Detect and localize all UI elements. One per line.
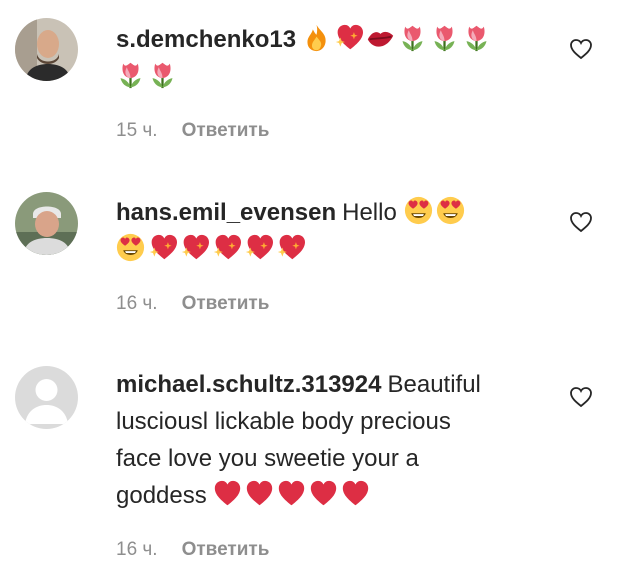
timestamp[interactable]: 15 ч. [116,120,158,141]
reply-button[interactable]: Ответить [182,293,270,314]
sparkling-heart-icon [148,233,177,262]
username[interactable]: hans.emil_evensen [116,199,336,226]
comment-text: Hello [342,199,397,226]
emoji-list [116,231,546,268]
heart-eyes-icon [436,196,465,225]
comment-meta: 16 ч. Ответить [116,539,269,561]
comment-text-line-3: face love you sweetie your a [116,445,419,472]
sparkling-heart-icon [180,233,209,262]
comment-body: michael.schultz.313924 Beautiful luscious… [116,366,546,514]
username[interactable]: s.demchenko13 [116,26,296,53]
red-heart-icon [309,479,338,508]
comment-meta: 16 ч. Ответить [116,293,269,315]
heart-eyes-icon [116,233,145,262]
comment-text-line-2: lusciousl lickable body precious [116,408,451,435]
red-heart-icon [341,479,370,508]
tulip-icon [462,23,491,52]
fire-icon [302,23,331,52]
reply-button[interactable]: Ответить [182,120,270,141]
comment-text-line-1: Beautiful [387,371,481,398]
red-heart-icon [213,479,242,508]
reply-button[interactable]: Ответить [182,539,270,560]
comment-body: s.demchenko13 [116,21,546,95]
comment-meta: 15 ч. Ответить [116,120,269,142]
sparkling-heart-icon [212,233,241,262]
comment-text-line-4: goddess [116,482,207,509]
username[interactable]: michael.schultz.313924 [116,371,381,398]
heart-outline-icon[interactable] [569,386,593,408]
emoji-list [302,26,494,53]
red-heart-icon [277,479,306,508]
emoji-list [116,58,546,95]
emoji-list [404,199,468,226]
heart-eyes-icon [404,196,433,225]
timestamp[interactable]: 16 ч. [116,539,158,560]
emoji-list [213,482,373,509]
sparkling-heart-icon [244,233,273,262]
tulip-icon [398,23,427,52]
kiss-lips-icon [366,23,395,52]
sparkling-heart-icon [334,23,363,52]
heart-outline-icon[interactable] [569,38,593,60]
comment-body: hans.emil_evensen Hello [116,194,546,268]
red-heart-icon [245,479,274,508]
heart-outline-icon[interactable] [569,211,593,233]
tulip-icon [148,60,177,89]
tulip-icon [116,60,145,89]
sparkling-heart-icon [276,233,305,262]
avatar[interactable] [15,366,78,429]
avatar[interactable] [15,18,78,81]
avatar[interactable] [15,192,78,255]
tulip-icon [430,23,459,52]
timestamp[interactable]: 16 ч. [116,293,158,314]
